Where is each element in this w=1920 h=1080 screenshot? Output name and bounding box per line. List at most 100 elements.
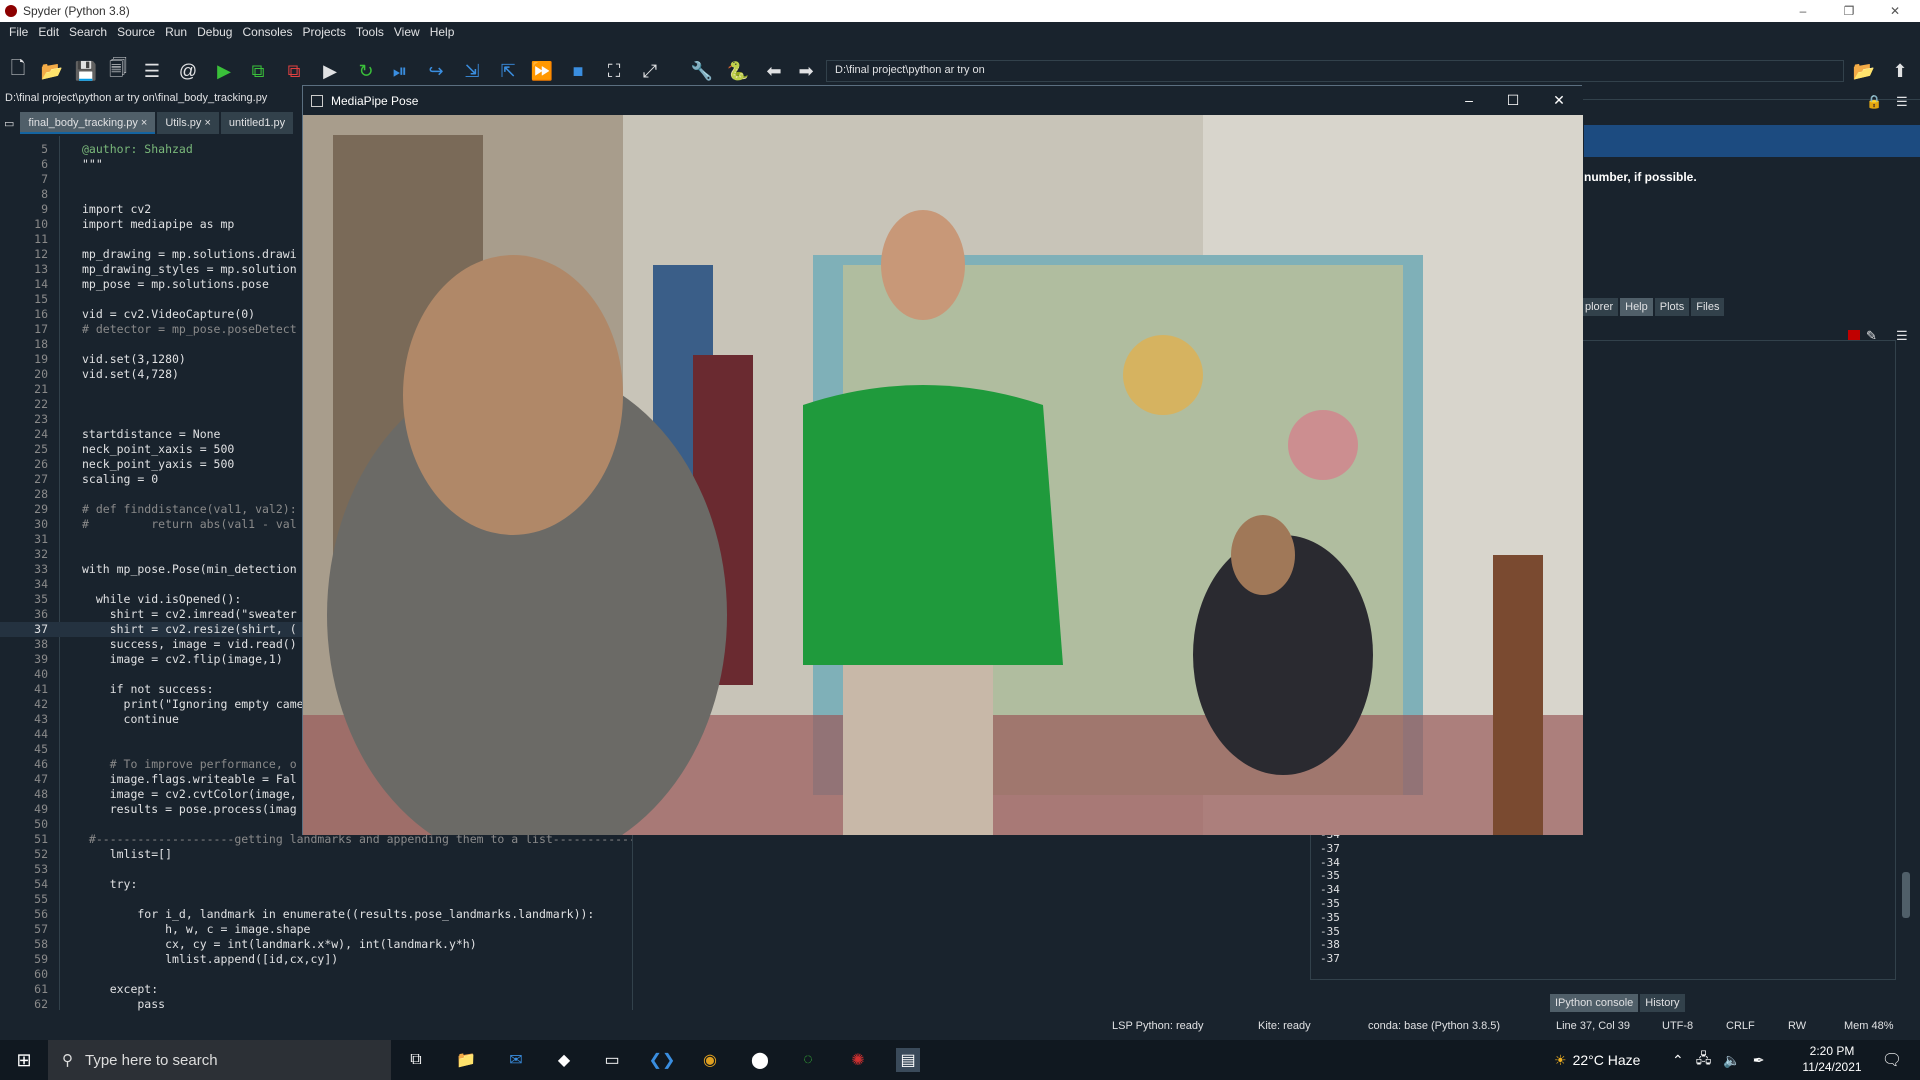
working-directory-input[interactable]: D:\final project\python ar try on — [826, 60, 1844, 82]
run-selection-icon[interactable]: ▶ — [318, 59, 342, 83]
code-line[interactable]: 61 except: — [0, 982, 632, 997]
clock[interactable]: 2:20 PM 11/24/2021 — [1800, 1043, 1864, 1075]
run-cell-icon[interactable]: ⧉ — [246, 59, 270, 83]
windows-start-icon[interactable]: ⊞ — [12, 1048, 36, 1072]
step-into-icon[interactable]: ⇲ — [460, 59, 484, 83]
code-line[interactable]: 58 cx, cy = int(landmark.x*w), int(landm… — [0, 937, 632, 952]
code-line[interactable]: 55 — [0, 892, 632, 907]
restore-button[interactable]: ❐ — [1826, 0, 1872, 22]
vscode-icon[interactable]: ❮❯ — [649, 1048, 676, 1072]
weather-widget[interactable]: ☀ 22°C Haze — [1554, 1040, 1640, 1080]
mediapipe-pose-window[interactable]: MediaPipe Pose – ☐ ✕ — [302, 85, 1583, 835]
menu-search[interactable]: Search — [64, 25, 112, 39]
loading-app-icon[interactable]: ◌ — [796, 1048, 820, 1072]
taskbar-search[interactable]: ⚲ Type here to search — [48, 1040, 391, 1080]
network-icon[interactable]: 🖧 — [1696, 1048, 1712, 1072]
parent-dir-icon[interactable]: ⬆ — [1888, 59, 1912, 83]
menu-edit[interactable]: Edit — [33, 25, 64, 39]
mail-icon[interactable]: ✉ — [504, 1048, 528, 1072]
code-line[interactable]: 62 pass — [0, 997, 632, 1012]
step-icon[interactable]: ↪ — [424, 59, 448, 83]
new-file-icon[interactable]: 🗋 — [6, 58, 30, 83]
tab-ipython-console[interactable]: IPython console — [1550, 994, 1639, 1012]
fullscreen-icon[interactable]: ⤢ — [638, 59, 662, 83]
back-arrow-icon[interactable]: ⬅ — [762, 59, 786, 83]
cv-maximize-button[interactable]: ☐ — [1501, 90, 1525, 110]
stop-icon[interactable]: ■ — [566, 59, 590, 83]
file-explorer-icon[interactable]: 📁 — [454, 1048, 478, 1072]
notifications-icon[interactable]: 🗨 — [1880, 1048, 1904, 1072]
tab-final-body-tracking[interactable]: final_body_tracking.py × — [20, 112, 156, 134]
chrome-icon[interactable]: ◉ — [698, 1048, 722, 1072]
tab-utils[interactable]: Utils.py × — [157, 112, 219, 134]
menu-projects[interactable]: Projects — [298, 25, 351, 39]
pane-menu-icon[interactable]: ☰ — [1896, 328, 1908, 344]
chevron-up-icon[interactable]: ⌃ — [1672, 1052, 1684, 1069]
browse-tabs-icon[interactable]: ▭ — [0, 112, 19, 134]
step-out-icon[interactable]: ⇱ — [496, 59, 520, 83]
code-line[interactable]: 52 lmlist=[] — [0, 847, 632, 862]
wrench-icon[interactable]: 🔧 — [690, 59, 714, 83]
menu-view[interactable]: View — [389, 25, 425, 39]
app-icon[interactable]: ◆ — [552, 1048, 576, 1072]
open-file-icon[interactable]: 📂 — [40, 59, 64, 83]
save-all-icon[interactable]: 🗐 — [106, 58, 130, 83]
console-output: -34-37-34-35-34-35-35-35-38-37 — [1320, 828, 1340, 966]
save-icon[interactable]: 💾 — [74, 59, 98, 83]
at-icon[interactable]: @ — [176, 59, 200, 83]
minimize-button[interactable]: – — [1780, 0, 1826, 22]
menu-source[interactable]: Source — [112, 25, 160, 39]
tab-files[interactable]: Files — [1691, 298, 1725, 316]
console-scrollbar[interactable] — [1902, 872, 1910, 918]
menu-consoles[interactable]: Consoles — [237, 25, 297, 39]
volume-icon[interactable]: 🔈 — [1723, 1052, 1740, 1069]
code-text: continue — [82, 712, 179, 726]
menu-debug[interactable]: Debug — [192, 25, 237, 39]
terminal-icon[interactable]: ▭ — [600, 1048, 624, 1072]
menu-run[interactable]: Run — [160, 25, 192, 39]
maximize-pane-icon[interactable]: ⛶ — [602, 59, 626, 83]
menu-file[interactable]: File — [4, 25, 33, 39]
code-text: lmlist.append([id,cx,cy]) — [82, 952, 339, 966]
pen-icon[interactable]: ✒ — [1753, 1052, 1765, 1069]
menu-help[interactable]: Help — [425, 25, 460, 39]
code-line[interactable]: 53 — [0, 862, 632, 877]
task-view-icon[interactable]: ⧉ — [404, 1048, 428, 1072]
help-menu-icon[interactable]: ☰ — [1896, 94, 1908, 110]
code-text: success, image = vid.read() — [82, 637, 297, 651]
debug-icon[interactable]: ⏯ — [388, 59, 412, 83]
continue-icon[interactable]: ⏩ — [530, 59, 554, 83]
run-icon[interactable]: ▶ — [212, 59, 236, 83]
line-number: 48 — [34, 787, 48, 801]
tab-untitled1[interactable]: untitled1.py — [220, 112, 294, 134]
python-icon[interactable]: 🐍 — [726, 59, 750, 83]
tab-variable-explorer[interactable]: plorer — [1580, 298, 1619, 316]
tab-plots[interactable]: Plots — [1654, 298, 1690, 316]
line-number: 9 — [41, 202, 48, 216]
code-line[interactable]: 57 h, w, c = image.shape — [0, 922, 632, 937]
code-line[interactable]: 56 for i_d, landmark in enumerate((resul… — [0, 907, 632, 922]
run-cell-advance-icon[interactable]: ⧉ — [282, 59, 306, 83]
line-number: 22 — [34, 397, 48, 411]
tab-history[interactable]: History — [1640, 994, 1685, 1012]
cv-close-button[interactable]: ✕ — [1547, 90, 1571, 110]
tab-help[interactable]: Help — [1620, 298, 1653, 316]
lock-icon[interactable]: 🔒 — [1866, 94, 1882, 110]
list-icon[interactable]: ☰ — [140, 59, 164, 83]
code-line[interactable]: 60 — [0, 967, 632, 982]
cv-window-titlebar[interactable]: MediaPipe Pose – ☐ ✕ — [303, 86, 1583, 115]
browse-folder-icon[interactable]: 📂 — [1852, 59, 1876, 83]
rerun-icon[interactable]: ↻ — [354, 59, 378, 83]
spyder-taskbar-icon[interactable]: ✺ — [846, 1048, 870, 1072]
code-text: cx, cy = int(landmark.x*w), int(landmark… — [82, 937, 477, 951]
forward-arrow-icon[interactable]: ➡ — [794, 59, 818, 83]
line-number: 28 — [34, 487, 48, 501]
notepad-icon[interactable]: ▤ — [896, 1048, 920, 1072]
menu-tools[interactable]: Tools — [351, 25, 389, 39]
cv-minimize-button[interactable]: – — [1457, 90, 1481, 110]
permission-status: RW — [1788, 1020, 1807, 1032]
close-button[interactable]: ✕ — [1872, 0, 1918, 22]
code-line[interactable]: 54 try: — [0, 877, 632, 892]
code-line[interactable]: 59 lmlist.append([id,cx,cy]) — [0, 952, 632, 967]
anaconda-icon[interactable]: ⬤ — [748, 1048, 772, 1072]
